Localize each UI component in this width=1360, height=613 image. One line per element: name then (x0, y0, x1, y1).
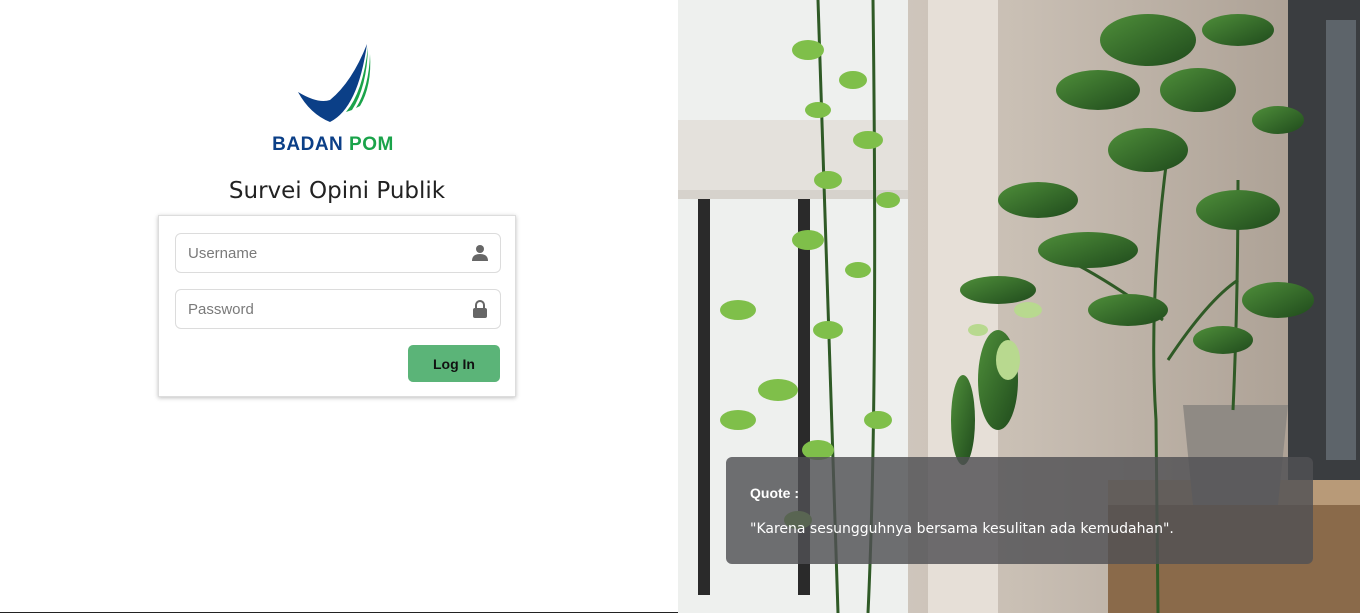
page-title: Survei Opini Publik (228, 178, 446, 204)
password-input[interactable] (176, 290, 456, 328)
login-form: Log In (158, 215, 516, 397)
checkmark-logo-icon (298, 44, 371, 122)
badan-pom-logo: BADAN POM (268, 42, 398, 157)
background-photo-panel: Quote : "Karena sesungguhnya bersama kes… (678, 0, 1360, 613)
logo-word-badan: BADAN (272, 134, 344, 155)
logo-word-pom: POM (349, 134, 394, 155)
password-field-wrapper (175, 289, 501, 329)
quote-box: Quote : "Karena sesungguhnya bersama kes… (726, 457, 1313, 564)
lock-icon (473, 300, 487, 318)
login-panel: BADAN POM Survei Opini Publik Log In (0, 0, 678, 613)
quote-text: "Karena sesungguhnya bersama kesulitan a… (750, 521, 1174, 537)
username-field-wrapper (175, 233, 501, 273)
user-icon (472, 245, 488, 261)
login-button[interactable]: Log In (408, 345, 500, 382)
quote-label: Quote : (750, 485, 799, 501)
logo-wordmark: BADAN POM (268, 134, 398, 156)
username-input[interactable] (176, 234, 456, 272)
